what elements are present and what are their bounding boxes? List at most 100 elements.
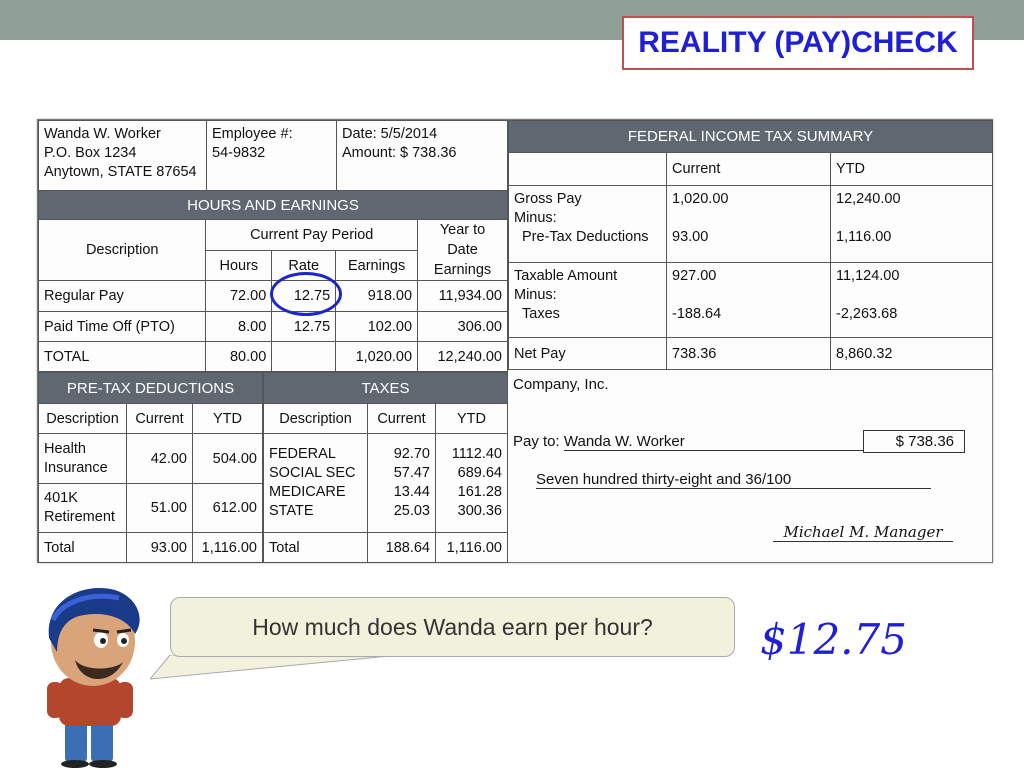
net-pay-current: 738.36 xyxy=(666,337,831,370)
pretax-deductions-label: Pre-Tax Deductions xyxy=(522,229,649,245)
row-description-line2: Insurance xyxy=(44,459,108,476)
table-row: Total 188.64 1,116.00 xyxy=(263,532,508,563)
taxable-ytd: 11,124.00 -2,263.68 xyxy=(830,262,993,338)
rate-highlight-circle xyxy=(270,272,342,316)
col-description: Description xyxy=(37,219,207,281)
tax-medicare-ytd: 161.28 xyxy=(457,484,502,500)
table-row: Health Insurance 42.00 504.00 xyxy=(38,433,263,484)
taxes-table: TAXES Description Current YTD FEDERAL SO… xyxy=(263,372,508,563)
pay-amount: Amount: $ 738.36 xyxy=(342,145,457,161)
date-amount-cell: Date: 5/5/2014 Amount: $ 738.36 xyxy=(336,120,508,191)
tax-federal-label: FEDERAL xyxy=(269,446,336,462)
row-current: 42.00 xyxy=(126,433,193,484)
employee-number-label: Employee #: xyxy=(212,126,293,142)
check-area: Company, Inc. Pay to: Wanda W. Worker $ … xyxy=(508,370,993,563)
taxable-current-value: 927.00 xyxy=(672,268,717,284)
table-row: Gross Pay Minus: Pre-Tax Deductions 1,02… xyxy=(508,185,993,263)
pretax-ytd: 1,116.00 xyxy=(836,229,892,245)
tax-descriptions: FEDERAL SOCIAL SEC MEDICARE STATE xyxy=(263,433,368,533)
row-description: Health Insurance xyxy=(38,433,127,484)
minus-label: Minus: xyxy=(514,210,557,226)
pay-to-line: Pay to: Wanda W. Worker xyxy=(513,433,864,451)
pay-to-name: Wanda W. Worker xyxy=(563,433,864,451)
employee-name: Wanda W. Worker xyxy=(44,126,161,142)
cartoon-character-icon xyxy=(47,588,140,768)
tax-current-values: 92.70 57.47 13.44 25.03 xyxy=(367,433,436,533)
gross-pay-ytd: 12,240.00 1,116.00 xyxy=(830,185,993,263)
employee-number-cell: Employee #: 54-9832 xyxy=(206,120,337,191)
hours-earnings-header: HOURS AND EARNINGS xyxy=(38,190,508,220)
col-hours: Hours xyxy=(205,250,273,281)
row-hours: 72.00 xyxy=(205,280,273,312)
slide-title: REALITY (PAY)CHECK xyxy=(622,16,974,70)
row-description: 401K Retirement xyxy=(38,483,127,533)
paycheck-stub: Wanda W. Worker P.O. Box 1234 Anytown, S… xyxy=(37,119,993,563)
net-pay-label: Net Pay xyxy=(508,337,667,370)
row-current: 188.64 xyxy=(367,532,436,563)
row-earnings: 918.00 xyxy=(335,280,419,312)
col-current: Current xyxy=(367,403,436,434)
taxes-header: TAXES xyxy=(263,372,508,404)
federal-tax-summary-table: FEDERAL INCOME TAX SUMMARY Current YTD G… xyxy=(508,120,993,370)
blank-header-cell xyxy=(508,152,667,186)
tax-state-ytd: 300.36 xyxy=(457,503,502,519)
tax-federal-current: 92.70 xyxy=(393,446,430,462)
employee-address-cell: Wanda W. Worker P.O. Box 1234 Anytown, S… xyxy=(38,120,207,191)
row-description: Regular Pay xyxy=(37,280,207,312)
col-ytd-line2: Earnings xyxy=(433,262,492,278)
employee-info-table: Wanda W. Worker P.O. Box 1234 Anytown, S… xyxy=(38,120,508,191)
row-earnings: 102.00 xyxy=(335,311,419,342)
net-pay-ytd: 8,860.32 xyxy=(830,337,993,370)
tax-federal-ytd: 1112.40 xyxy=(451,446,502,462)
row-ytd: 612.00 xyxy=(192,483,263,533)
answer-text: $12.75 xyxy=(760,615,907,664)
pretax-header: PRE-TAX DEDUCTIONS xyxy=(38,372,263,404)
pretax-current: 93.00 xyxy=(672,229,709,245)
taxes-current-value: -188.64 xyxy=(672,306,722,322)
taxable-amount-label: Taxable Amount xyxy=(514,268,618,284)
employee-address-line1: P.O. Box 1234 xyxy=(44,145,137,161)
gross-ytd: 12,240.00 xyxy=(836,191,901,207)
gross-pay-current: 1,020.00 93.00 xyxy=(666,185,831,263)
table-row: FEDERAL SOCIAL SEC MEDICARE STATE 92.70 … xyxy=(263,433,508,533)
taxable-ytd-value: 11,124.00 xyxy=(836,268,900,284)
speech-bubble-tail xyxy=(150,655,401,680)
row-description: TOTAL xyxy=(37,341,207,372)
pretax-deductions-table: PRE-TAX DEDUCTIONS Description Current Y… xyxy=(38,372,263,563)
tax-medicare-current: 13.44 xyxy=(393,484,430,500)
table-row: Taxable Amount Minus: Taxes 927.00 -188.… xyxy=(508,262,993,338)
company-name: Company, Inc. xyxy=(513,376,609,393)
row-description-line1: Health xyxy=(44,440,86,457)
amount-in-words: Seven hundred thirty-eight and 36/100 xyxy=(536,471,931,489)
col-earnings: Earnings xyxy=(335,250,419,281)
tax-state-current: 25.03 xyxy=(393,503,430,519)
check-amount-box: $ 738.36 xyxy=(863,430,965,453)
tax-social-sec-ytd: 689.64 xyxy=(457,465,502,481)
tax-social-sec-label: SOCIAL SEC xyxy=(269,465,356,481)
col-ytd: YTD xyxy=(830,152,993,186)
col-current: Current xyxy=(666,152,831,186)
tax-state-label: STATE xyxy=(269,503,314,519)
employee-address-line2: Anytown, STATE 87654 xyxy=(44,164,197,180)
gross-pay-labels: Gross Pay Minus: Pre-Tax Deductions xyxy=(508,185,667,263)
employee-number: 54-9832 xyxy=(212,145,266,161)
pay-to-label: Pay to: xyxy=(513,433,560,450)
row-description-line1: 401K xyxy=(44,490,78,506)
table-row: TOTAL 80.00 1,020.00 12,240.00 xyxy=(37,341,508,372)
taxable-labels: Taxable Amount Minus: Taxes xyxy=(508,262,667,338)
row-ytd: 1,116.00 xyxy=(192,532,263,563)
col-ytd: YTD xyxy=(192,403,263,434)
row-description: Total xyxy=(263,532,368,563)
gross-current: 1,020.00 xyxy=(672,191,729,207)
taxable-current: 927.00 -188.64 xyxy=(666,262,831,338)
row-ytd: 306.00 xyxy=(417,311,508,342)
table-row: Total 93.00 1,116.00 xyxy=(38,532,263,563)
col-ytd: YTD xyxy=(435,403,508,434)
question-bubble: How much does Wanda earn per hour? xyxy=(170,597,735,657)
row-ytd: 11,934.00 xyxy=(417,280,508,312)
tax-medicare-label: MEDICARE xyxy=(269,484,346,500)
row-earnings: 1,020.00 xyxy=(335,341,419,372)
hours-earnings-table: HOURS AND EARNINGS Description Current P… xyxy=(37,190,508,372)
row-description-line2: Retirement xyxy=(44,509,115,525)
tax-social-sec-current: 57.47 xyxy=(393,465,430,481)
